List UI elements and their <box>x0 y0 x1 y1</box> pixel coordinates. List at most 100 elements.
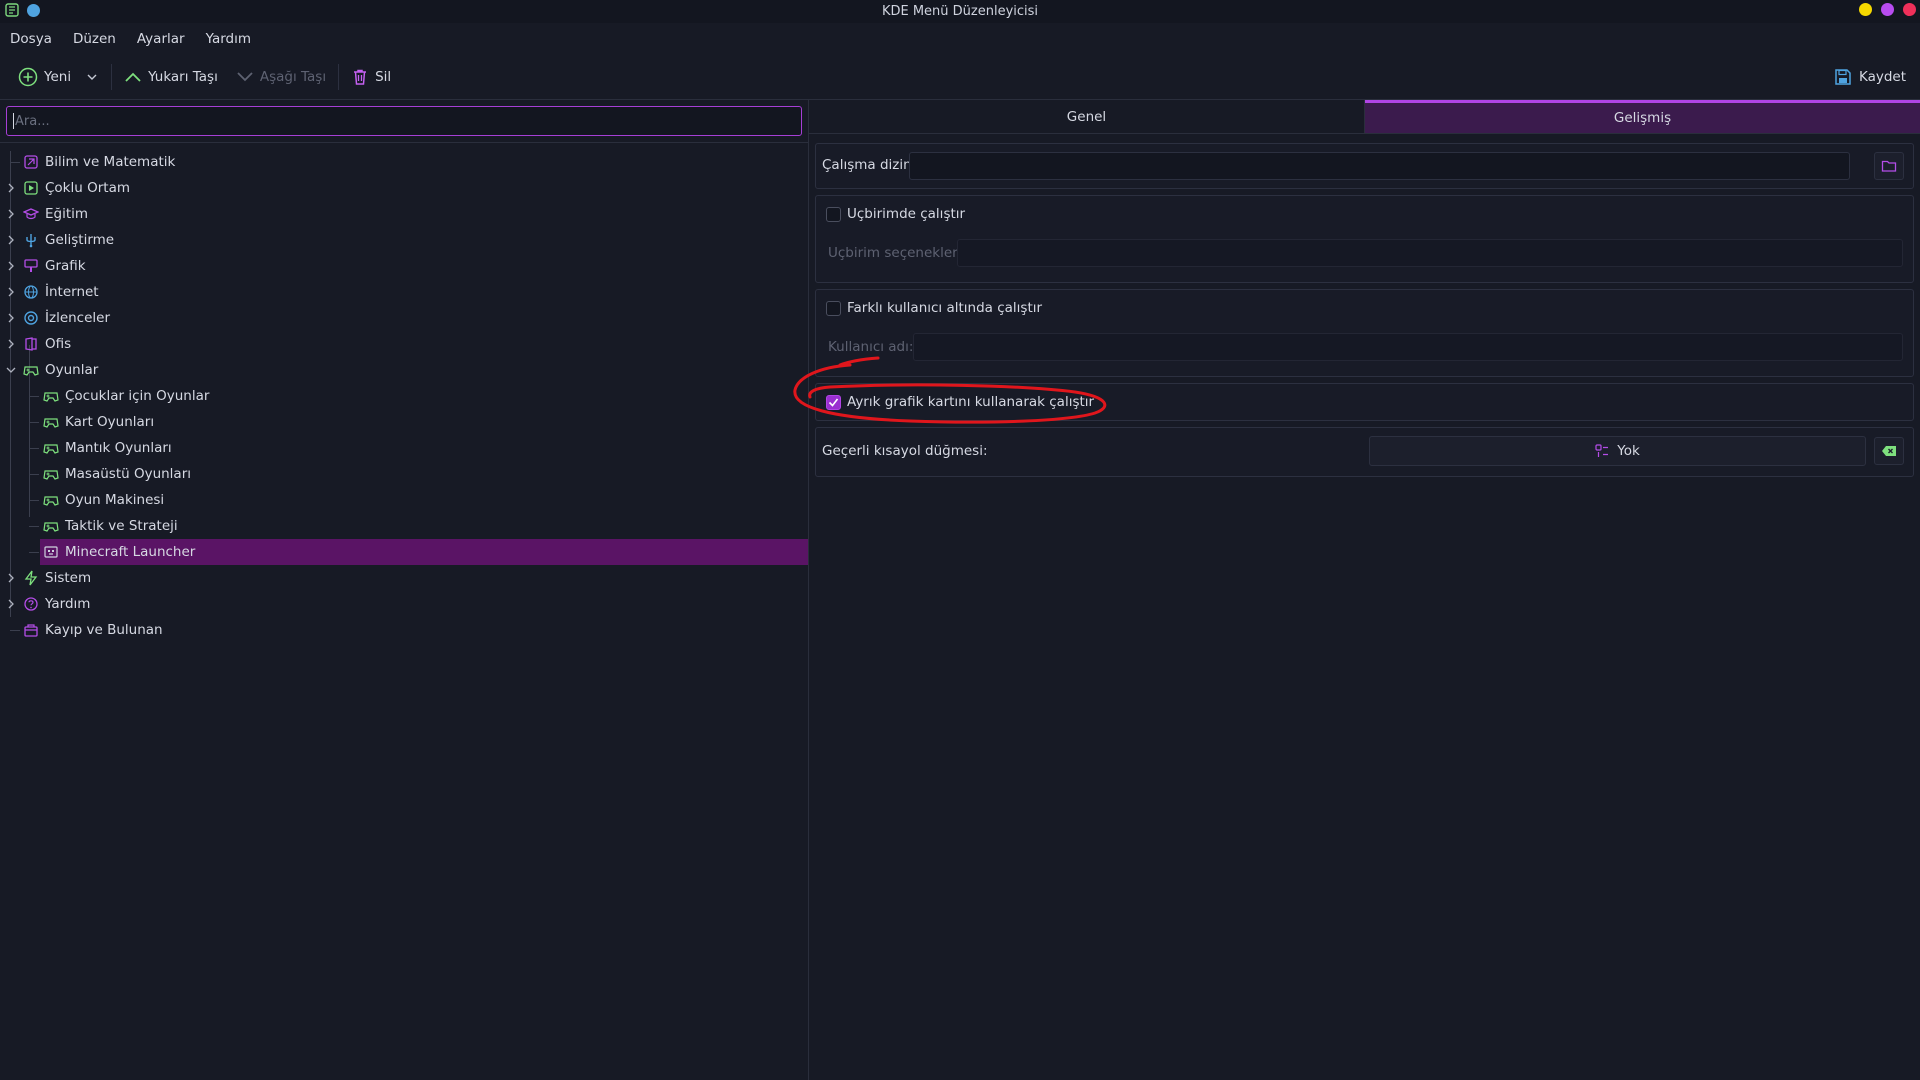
chevron-right-icon[interactable] <box>5 598 17 610</box>
move-up-button[interactable]: Yukarı Taşı <box>120 62 222 92</box>
science-icon <box>24 155 38 169</box>
office-icon <box>25 337 37 351</box>
app-icon <box>5 3 19 17</box>
browse-folder-button[interactable] <box>1874 152 1904 180</box>
multimedia-icon <box>24 181 38 195</box>
window-title: KDE Menü Düzenleyicisi <box>881 4 1039 19</box>
chevron-right-icon[interactable] <box>5 260 17 272</box>
tree-item-logic-games[interactable]: Mantık Oyunları <box>0 435 808 461</box>
properties-pane: Genel Gelişmiş Çalışma dizini: Uçbirimde… <box>809 100 1920 1080</box>
clear-shortcut-button[interactable] <box>1874 437 1904 465</box>
menu-settings[interactable]: Ayarlar <box>137 31 185 47</box>
title-bar: KDE Menü Düzenleyicisi <box>0 0 1920 23</box>
tree-item-label: Masaüstü Oyunları <box>65 466 192 482</box>
user-group: Farklı kullanıcı altında çalıştır Kullan… <box>815 289 1914 377</box>
tree-guide-line <box>29 474 39 475</box>
tree-item-label: Kart Oyunları <box>65 414 155 430</box>
username-field[interactable] <box>913 333 1903 361</box>
save-icon <box>1835 69 1851 85</box>
tree-item-strategy[interactable]: Taktik ve Strateji <box>0 513 808 539</box>
tree-item-label: Geliştirme <box>45 232 115 248</box>
menu-tree: Bilim ve Matematik Çoklu Ortam Eğitim Ge… <box>0 149 808 643</box>
education-icon <box>23 208 39 220</box>
tree-item-education[interactable]: Eğitim <box>0 201 808 227</box>
backspace-icon <box>1882 446 1896 456</box>
save-button[interactable]: Kaydet <box>1834 62 1906 92</box>
delete-label: Sil <box>375 69 392 85</box>
tree-item-games[interactable]: Oyunlar <box>0 357 808 383</box>
chevron-right-icon[interactable] <box>5 312 17 324</box>
tree-item-science[interactable]: Bilim ve Matematik <box>0 149 808 175</box>
tree-item-label: Yardım <box>45 596 91 612</box>
tree-item-label: Eğitim <box>45 206 89 222</box>
move-up-label: Yukarı Taşı <box>148 69 218 85</box>
new-button[interactable]: Yeni <box>14 62 103 92</box>
tab-general[interactable]: Genel <box>809 100 1365 134</box>
tree-item-label: Sistem <box>45 570 92 586</box>
terminal-options-field[interactable] <box>957 239 1903 267</box>
chevron-right-icon[interactable] <box>5 208 17 220</box>
arrow-down-icon <box>237 72 253 82</box>
chevron-right-icon[interactable] <box>5 338 17 350</box>
title-bar-left <box>5 3 40 17</box>
tab-advanced[interactable]: Gelişmiş <box>1365 100 1920 134</box>
gpu-label: Ayrık grafik kartını kullanarak çalıştır <box>847 394 1095 410</box>
tree-item-label: Mantık Oyunları <box>65 440 172 456</box>
tree-guide-line <box>29 396 39 397</box>
chevron-right-icon[interactable] <box>5 572 17 584</box>
tree-item-arcade[interactable]: Oyun Makinesi <box>0 487 808 513</box>
move-down-button[interactable]: Aşağı Taşı <box>232 62 330 92</box>
menu-file[interactable]: Dosya <box>10 31 52 47</box>
search-input[interactable] <box>15 113 775 129</box>
tree-guide-line <box>10 162 20 163</box>
menu-edit[interactable]: Düzen <box>73 31 116 47</box>
other-user-checkbox[interactable] <box>826 301 841 316</box>
tree-item-kids-games[interactable]: Çocuklar için Oyunlar <box>0 383 808 409</box>
shortcut-button[interactable]: Yok <box>1369 436 1866 466</box>
tree-item-label: İzlenceler <box>45 310 111 326</box>
chevron-down-icon[interactable] <box>85 70 99 84</box>
toolbar-separator <box>111 64 113 90</box>
workdir-group: Çalışma dizini: <box>815 143 1914 189</box>
tree-item-utilities[interactable]: İzlenceler <box>0 305 808 331</box>
tree-guide-line <box>29 552 39 553</box>
tree-item-help[interactable]: Yardım <box>0 591 808 617</box>
pin-icon[interactable] <box>27 3 40 17</box>
utilities-icon <box>24 311 38 325</box>
new-button-label: Yeni <box>44 69 72 85</box>
tree-item-system[interactable]: Sistem <box>0 565 808 591</box>
gpu-checkbox[interactable] <box>826 395 841 410</box>
tree-item-label: Kayıp ve Bulunan <box>45 622 163 638</box>
terminal-group: Uçbirimde çalıştır Uçbirim seçenekleri: <box>815 195 1914 283</box>
tree-item-internet[interactable]: İnternet <box>0 279 808 305</box>
maximize-button[interactable] <box>1881 3 1894 16</box>
close-button[interactable] <box>1903 3 1916 16</box>
shortcut-value: Yok <box>1617 443 1640 459</box>
toolbar-separator <box>338 64 340 90</box>
tree-item-lost-found[interactable]: Kayıp ve Bulunan <box>0 617 808 643</box>
tree-item-multimedia[interactable]: Çoklu Ortam <box>0 175 808 201</box>
tree-item-minecraft-launcher[interactable]: Minecraft Launcher <box>29 539 808 565</box>
tree-item-label: Grafik <box>45 258 86 274</box>
tree-item-graphics[interactable]: Grafik <box>0 253 808 279</box>
chevron-down-icon[interactable] <box>5 364 17 376</box>
menu-help[interactable]: Yardım <box>206 31 251 47</box>
workdir-field[interactable] <box>909 152 1850 180</box>
gpu-group: Ayrık grafik kartını kullanarak çalıştır <box>815 383 1914 421</box>
chevron-right-icon[interactable] <box>5 286 17 298</box>
gamepad-icon <box>43 444 59 454</box>
games-icon <box>23 366 39 376</box>
tree-item-card-games[interactable]: Kart Oyunları <box>0 409 808 435</box>
tree-item-board-games[interactable]: Masaüstü Oyunları <box>0 461 808 487</box>
tree-item-office[interactable]: Ofis <box>0 331 808 357</box>
terminal-checkbox[interactable] <box>826 207 841 222</box>
minimize-button[interactable] <box>1859 3 1872 16</box>
search-box[interactable] <box>6 106 802 136</box>
delete-button[interactable]: Sil <box>347 62 395 92</box>
chevron-right-icon[interactable] <box>5 182 17 194</box>
gamepad-icon <box>43 392 59 402</box>
tree-item-development[interactable]: Geliştirme <box>0 227 808 253</box>
move-down-label: Aşağı Taşı <box>259 69 327 85</box>
chevron-right-icon[interactable] <box>5 234 17 246</box>
tree-guide-line <box>29 500 39 501</box>
